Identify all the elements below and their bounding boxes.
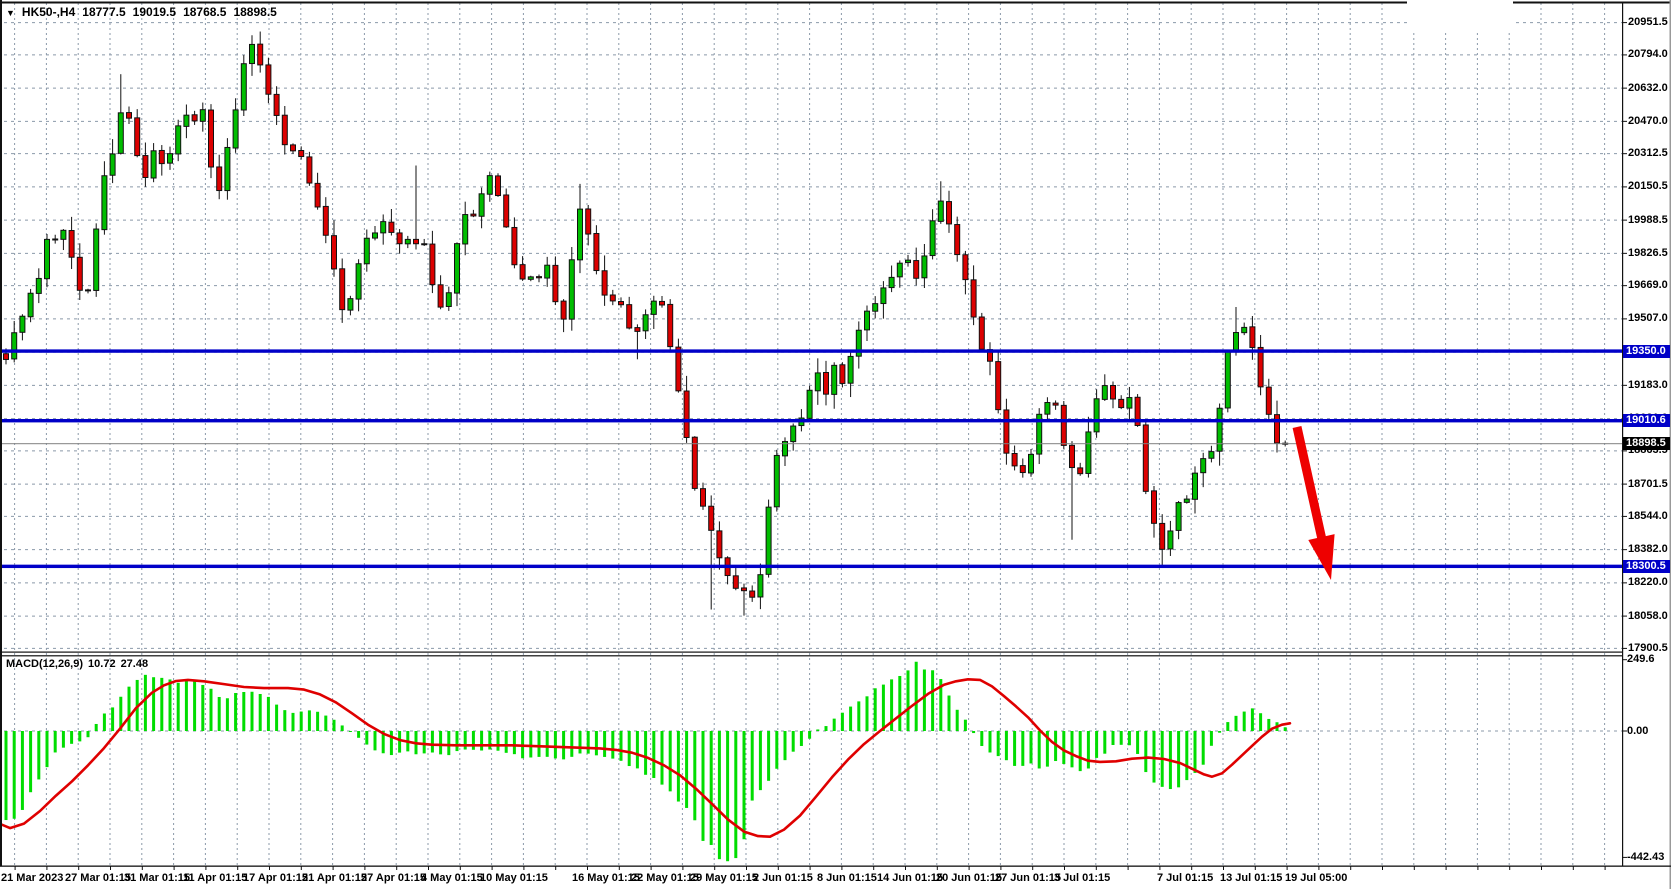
collapse-chart-icon[interactable]: ▼ bbox=[6, 8, 15, 18]
pane-borders bbox=[0, 0, 1671, 889]
macd-value-signal: 27.48 bbox=[121, 658, 149, 670]
symbol-period-label: HK50-,H4 bbox=[22, 5, 75, 19]
grid-lines bbox=[4, 3, 1622, 865]
candles bbox=[4, 32, 1288, 616]
sell-arrow-annotation[interactable] bbox=[1293, 426, 1335, 580]
ohlc-close: 18898.5 bbox=[233, 5, 276, 19]
horizontal-level-lines[interactable] bbox=[0, 349, 1622, 568]
macd-indicator-label: MACD(12,26,9) 10.72 27.48 bbox=[6, 658, 153, 670]
ohlc-open: 18777.5 bbox=[82, 5, 125, 19]
macd-value-main: 10.72 bbox=[88, 658, 116, 670]
start-button-area: 开始 bbox=[1407, 0, 1513, 30]
ohlc-high: 19019.5 bbox=[133, 5, 176, 19]
ohlc-header: ▼ HK50-,H4 18777.5 19019.5 18768.5 18898.5 bbox=[6, 5, 284, 19]
chart-canvas[interactable] bbox=[0, 0, 1671, 889]
ohlc-low: 18768.5 bbox=[183, 5, 226, 19]
macd-title: MACD(12,26,9) bbox=[6, 658, 83, 670]
current-price-line bbox=[0, 443, 1622, 444]
mt4-chart-window: 20951.520794.020632.020470.020312.520150… bbox=[0, 0, 1671, 889]
